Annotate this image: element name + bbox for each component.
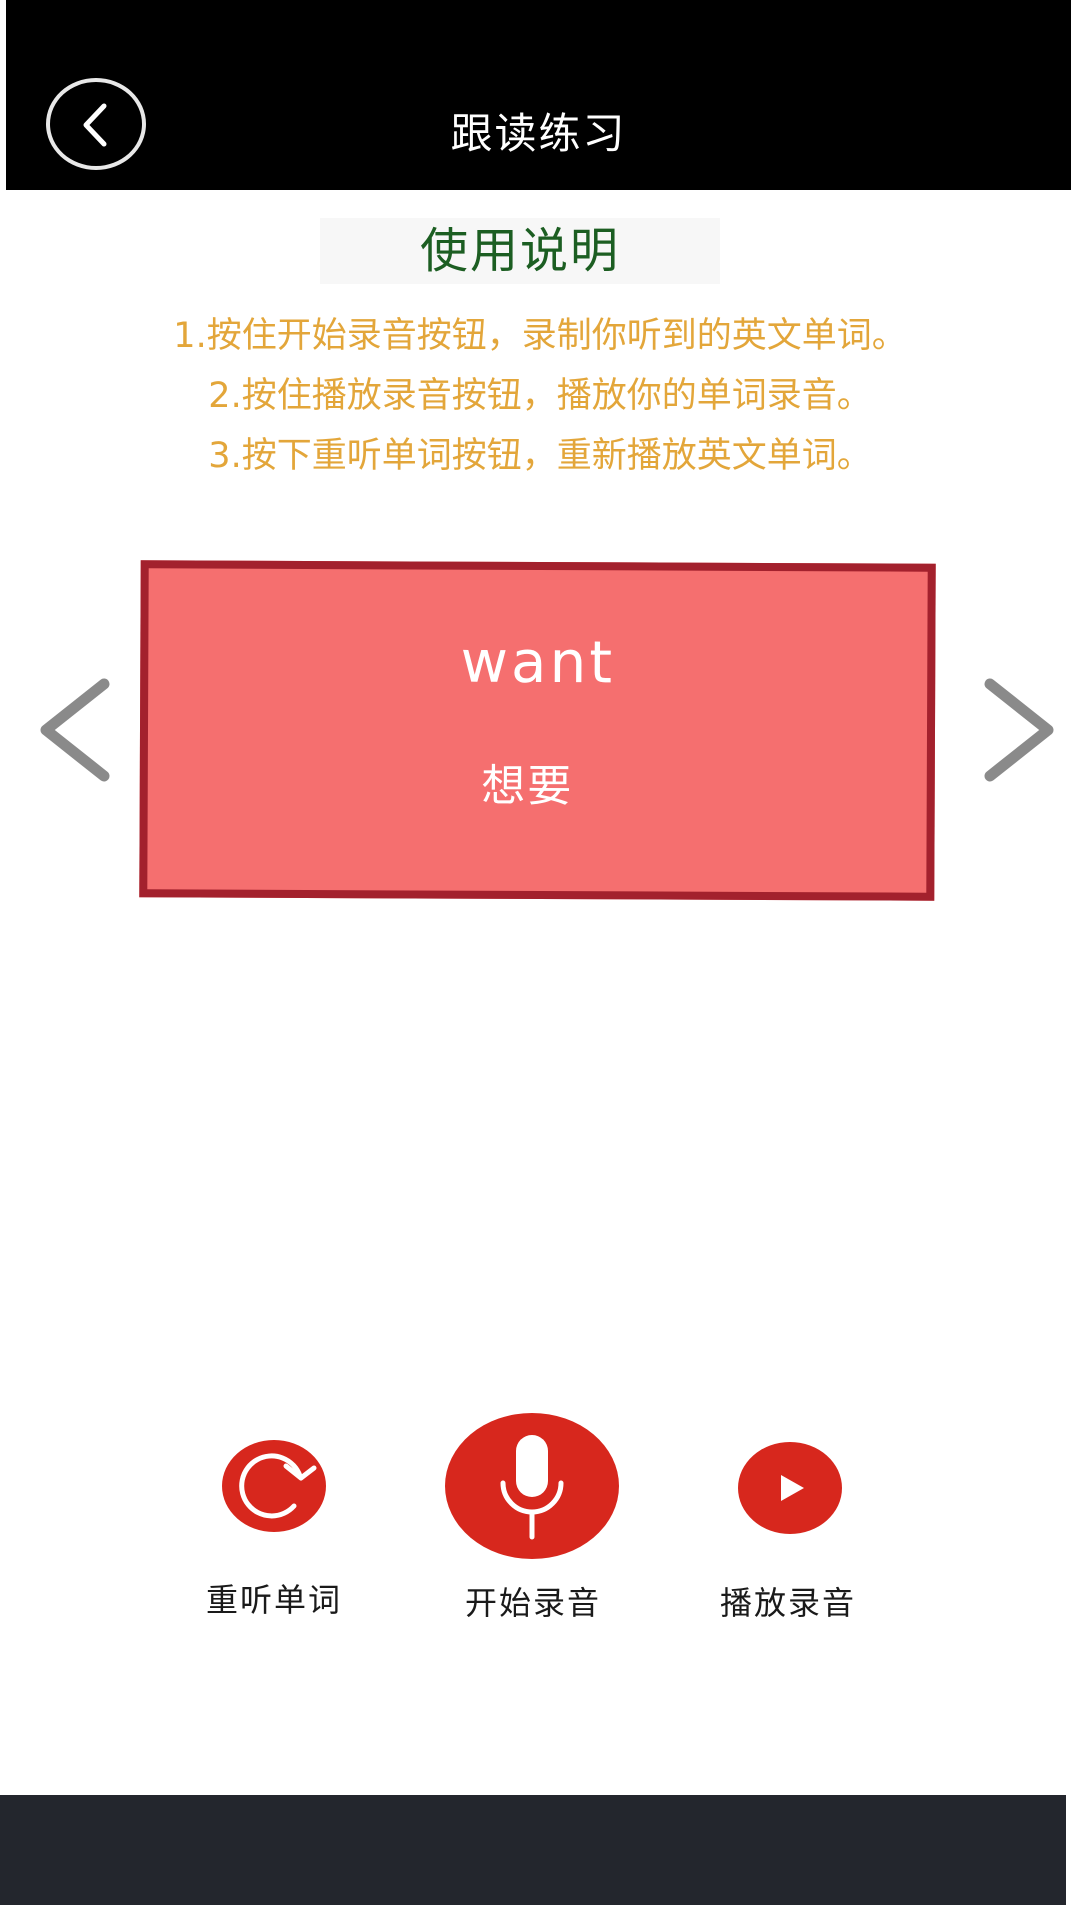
header-bar: 跟读练习 — [6, 0, 1071, 190]
play-icon — [781, 1475, 804, 1501]
instruction-line-2: 2.按住播放录音按钮，播放你的单词录音。 — [208, 376, 872, 416]
word-text: want — [460, 627, 616, 697]
play-recording-button[interactable] — [738, 1442, 842, 1534]
start-recording-label: 开始录音 — [464, 1584, 601, 1622]
system-navigation-bar — [0, 1795, 1066, 1905]
page-title: 跟读练习 — [450, 109, 627, 158]
replay-word-label: 重听单词 — [205, 1581, 342, 1619]
previous-word-button[interactable] — [36, 678, 116, 782]
play-button-circle — [738, 1442, 842, 1534]
instructions-list: 1.按住开始录音按钮，录制你听到的英文单词。 2.按住播放录音按钮，播放你的单词… — [90, 306, 990, 486]
next-word-button[interactable] — [978, 678, 1058, 782]
record-button-circle — [445, 1413, 619, 1559]
microphone-icon — [500, 1435, 564, 1540]
word-meaning: 想要 — [481, 760, 574, 813]
replay-button-circle — [222, 1440, 326, 1532]
instruction-line-3: 3.按下重听单词按钮，重新播放英文单词。 — [208, 436, 872, 476]
instructions-title: 使用说明 — [320, 218, 720, 284]
replay-word-button[interactable] — [222, 1440, 326, 1544]
instruction-line-1: 1.按住开始录音按钮，录制你听到的英文单词。 — [173, 316, 907, 356]
start-recording-button[interactable] — [445, 1413, 619, 1559]
chevron-left-icon — [40, 678, 110, 782]
play-recording-label: 播放录音 — [719, 1584, 856, 1622]
word-card: want 想要 — [139, 560, 936, 901]
replay-icon — [239, 1453, 317, 1519]
chevron-right-icon — [984, 678, 1054, 782]
